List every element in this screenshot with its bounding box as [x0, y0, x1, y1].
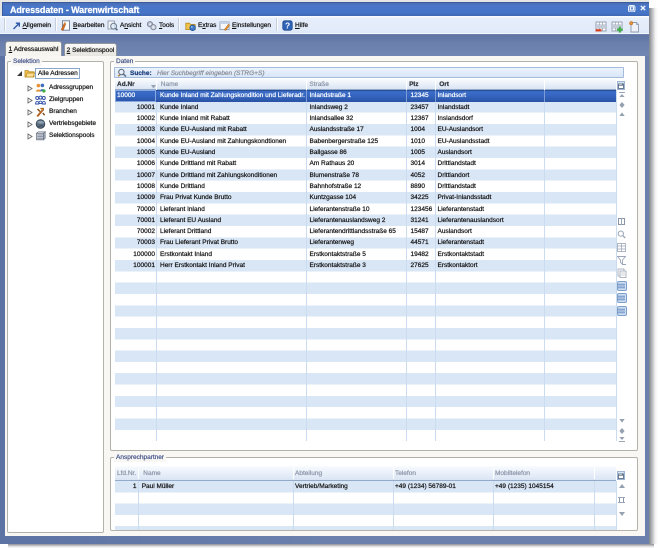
svg-text:?: ?	[285, 21, 290, 31]
